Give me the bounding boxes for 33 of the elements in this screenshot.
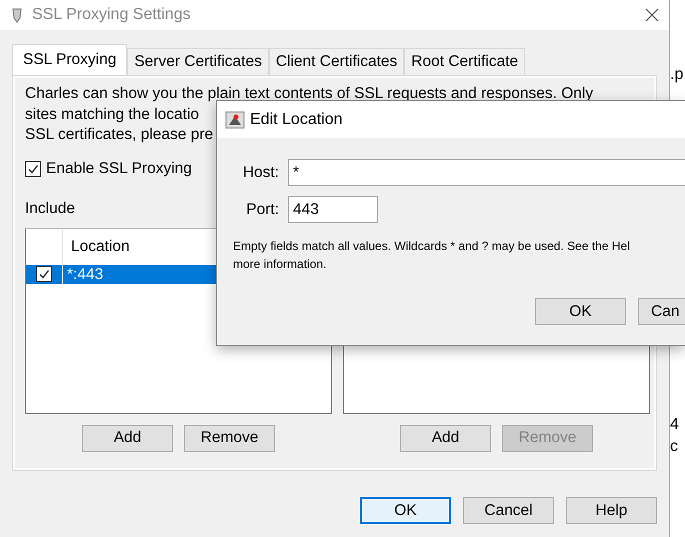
check-icon (38, 268, 50, 280)
app-icon (10, 7, 24, 23)
background-text: 4 (670, 416, 680, 434)
dialog-button[interactable]: Cancel (463, 497, 554, 524)
tab[interactable]: Root Certificate (404, 48, 526, 75)
section-label: Include (25, 200, 75, 218)
table-button[interactable]: Add (82, 424, 173, 452)
tab[interactable]: Server Certificates (127, 48, 269, 75)
field-label: Host: (242, 164, 279, 182)
table-button[interactable]: Remove (184, 424, 275, 452)
description-text: Charles can show you the plain text contents of SSL requests and responses. Only (25, 84, 594, 104)
input-field[interactable]: 443 (288, 196, 378, 223)
checkbox[interactable] (36, 266, 52, 282)
checkbox[interactable] (25, 160, 41, 176)
dialog-button[interactable]: Help (566, 497, 657, 524)
background-text: c (670, 438, 679, 456)
dialog-title: Edit Location (250, 110, 343, 128)
tab[interactable]: SSL Proxying (12, 44, 128, 75)
tab[interactable]: Client Certificates (268, 48, 404, 75)
dialog-button[interactable]: OK (535, 298, 626, 325)
description-text: sites matching the locatio (25, 104, 200, 124)
checkbox-label: Enable SSL Proxying (46, 160, 192, 178)
table-button[interactable]: Add (400, 424, 491, 452)
input-field[interactable]: * (288, 159, 685, 186)
dialog-button[interactable]: Can (638, 298, 685, 325)
app-icon (225, 110, 245, 128)
window-title: SSL Proxying Settings (32, 6, 192, 24)
close-icon[interactable] (645, 8, 659, 22)
description-text: SSL certificates, please pre (25, 125, 214, 145)
dialog-button[interactable]: OK (360, 497, 451, 524)
field-label: Port: (245, 200, 279, 218)
background-text: .p (670, 66, 684, 84)
check-icon (27, 162, 39, 174)
